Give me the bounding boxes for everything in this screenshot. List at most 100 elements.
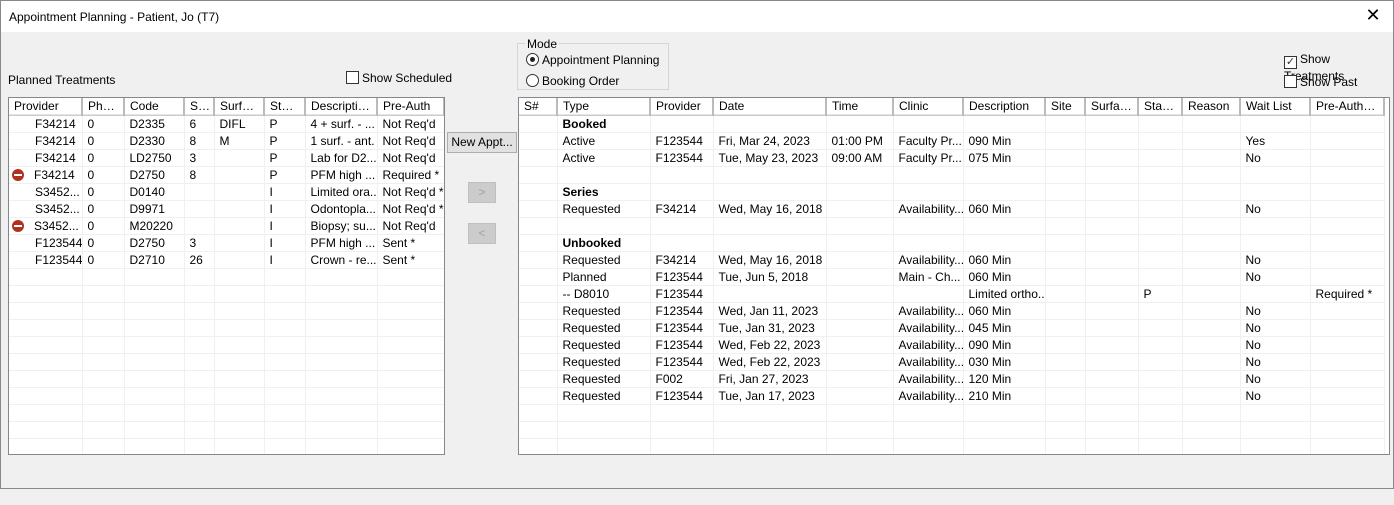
table-row[interactable]: F34214 0 D2335 6 DIFL P 4 + surf. - ... Not Req… — [9, 115, 444, 133]
table-row[interactable] — [9, 285, 444, 303]
table-cell — [214, 251, 265, 269]
table-cell: No — [1240, 268, 1311, 286]
table-cell — [264, 319, 306, 337]
table-cell — [1045, 421, 1086, 439]
column-header-status[interactable]: Status — [1138, 98, 1183, 116]
table-row[interactable]: Planned F123544 Tue, Jun 5, 2018 Main - Ch.… — [519, 268, 1385, 286]
table-cell — [184, 370, 215, 388]
column-header-type[interactable]: Type — [557, 98, 651, 116]
table-row[interactable] — [9, 302, 444, 320]
table-row[interactable] — [519, 421, 1385, 439]
table-row[interactable] — [519, 217, 1385, 235]
table-cell — [1310, 268, 1385, 286]
column-header-clinic[interactable]: Clinic — [893, 98, 964, 116]
table-row[interactable]: S3452... 0 M20220 I Biopsy; su... Not Req'd — [9, 217, 444, 235]
table-row[interactable] — [9, 421, 444, 439]
table-row[interactable]: Requested F123544 Tue, Jan 17, 2023 Availab… — [519, 387, 1385, 405]
table-cell — [124, 370, 185, 388]
table-row[interactable] — [9, 370, 444, 388]
column-header-surface[interactable]: Surface — [214, 98, 265, 116]
table-cell: No — [1240, 387, 1311, 405]
table-cell — [1045, 302, 1086, 320]
move-left-button[interactable]: < — [468, 223, 496, 244]
column-header-status[interactable]: Status — [264, 98, 306, 116]
table-cell — [9, 438, 83, 454]
table-cell — [650, 438, 714, 454]
table-cell — [826, 166, 894, 184]
table-row[interactable]: Requested F34214 Wed, May 16, 2018 Availabi… — [519, 251, 1385, 269]
show-past-checkbox[interactable]: Show Past — [1284, 75, 1357, 89]
appointments-grid[interactable]: S# Type Provider Date Time Clinic Description S… — [518, 97, 1390, 455]
table-cell — [963, 438, 1046, 454]
column-header-site[interactable]: Site — [184, 98, 215, 116]
column-header-pre-auth-o-[interactable]: Pre-Auth (o... — [1310, 98, 1385, 116]
move-right-button[interactable]: > — [468, 182, 496, 203]
table-row[interactable]: Requested F123544 Tue, Jan 31, 2023 Availab… — [519, 319, 1385, 337]
column-header-phase[interactable]: Phase — [82, 98, 125, 116]
cell-text: F123544 — [35, 235, 82, 250]
table-row[interactable]: -- D8010 F123544 Limited ortho... P Required… — [519, 285, 1385, 303]
table-cell: F34214 — [9, 115, 83, 133]
table-row[interactable]: F123544 0 D2750 3 I PFM high ... Sent * — [9, 234, 444, 252]
table-cell — [1138, 421, 1183, 439]
table-cell — [9, 319, 83, 337]
group-header-row[interactable]: Booked — [519, 115, 1385, 133]
column-header-description[interactable]: Description — [305, 98, 378, 116]
table-row[interactable]: S3452... 0 D9971 I Odontopla... Not Req'd * — [9, 200, 444, 218]
table-row[interactable] — [9, 319, 444, 337]
column-header-surface[interactable]: Surface — [1085, 98, 1139, 116]
column-header-description[interactable]: Description — [963, 98, 1046, 116]
table-cell — [9, 285, 83, 303]
table-row[interactable] — [9, 268, 444, 286]
table-row[interactable] — [519, 166, 1385, 184]
table-cell — [1182, 336, 1241, 354]
table-row[interactable] — [9, 404, 444, 422]
table-cell: Limited ortho... — [963, 285, 1046, 303]
new-appt-button[interactable]: New Appt... — [447, 132, 517, 153]
column-header-reason[interactable]: Reason — [1182, 98, 1241, 116]
column-header-time[interactable]: Time — [826, 98, 894, 116]
mode-appointment-planning-radio[interactable]: Appointment Planning — [526, 53, 659, 67]
table-cell — [826, 421, 894, 439]
table-row[interactable] — [519, 438, 1385, 454]
table-row[interactable]: F34214 0 LD2750 3 P Lab for D2... Not Req'd — [9, 149, 444, 167]
table-cell — [1138, 438, 1183, 454]
table-row[interactable] — [9, 336, 444, 354]
table-cell — [184, 387, 215, 405]
table-row[interactable] — [519, 404, 1385, 422]
table-row[interactable]: Active F123544 Fri, Mar 24, 2023 01:00 PM Fa… — [519, 132, 1385, 150]
table-row[interactable]: S3452... 0 D0140 I Limited ora... Not Req'd * — [9, 183, 444, 201]
column-header-date[interactable]: Date — [713, 98, 827, 116]
column-header-provider[interactable]: Provider — [650, 98, 714, 116]
table-row[interactable]: F34214 0 D2330 8 M P 1 surf. - ant. Not Req'd — [9, 132, 444, 150]
show-scheduled-checkbox[interactable]: Show Scheduled — [346, 71, 452, 85]
table-row[interactable]: Requested F34214 Wed, May 16, 2018 Availabi… — [519, 200, 1385, 218]
table-row[interactable]: Requested F123544 Wed, Feb 22, 2023 Availab… — [519, 353, 1385, 371]
table-row[interactable] — [9, 438, 444, 454]
column-header-provider[interactable]: Provider — [9, 98, 83, 116]
table-row[interactable]: Requested F123544 Wed, Feb 22, 2023 Availab… — [519, 336, 1385, 354]
table-row[interactable]: F34214 0 D2750 8 P PFM high ... Required * — [9, 166, 444, 184]
table-row[interactable]: Active F123544 Tue, May 23, 2023 09:00 AM Fa… — [519, 149, 1385, 167]
table-cell — [1085, 251, 1139, 269]
mode-booking-order-radio[interactable]: Booking Order — [526, 74, 619, 88]
table-row[interactable]: Requested F123544 Wed, Jan 11, 2023 Availab… — [519, 302, 1385, 320]
table-row[interactable] — [9, 387, 444, 405]
column-header-s-[interactable]: S# — [519, 98, 558, 116]
table-cell — [124, 353, 185, 371]
column-header-code[interactable]: Code — [124, 98, 185, 116]
planned-treatments-grid[interactable]: Provider Phase Code Site Surface Status Descri… — [8, 97, 445, 455]
table-row[interactable]: F123544 0 D2710 26 I Crown - re... Sent * — [9, 251, 444, 269]
table-cell: Fri, Jan 27, 2023 — [713, 370, 827, 388]
table-row[interactable]: Requested F002 Fri, Jan 27, 2023 Availabili… — [519, 370, 1385, 388]
table-row[interactable] — [9, 353, 444, 371]
table-cell: 0 — [82, 183, 125, 201]
table-cell — [305, 370, 378, 388]
column-header-pre-auth[interactable]: Pre-Auth — [377, 98, 444, 116]
close-icon[interactable]: ✕ — [1361, 5, 1385, 26]
group-header-row[interactable]: Series — [519, 183, 1385, 201]
column-header-site[interactable]: Site — [1045, 98, 1086, 116]
column-header-wait-list[interactable]: Wait List — [1240, 98, 1311, 116]
table-cell — [377, 421, 444, 439]
group-header-row[interactable]: Unbooked — [519, 234, 1385, 252]
